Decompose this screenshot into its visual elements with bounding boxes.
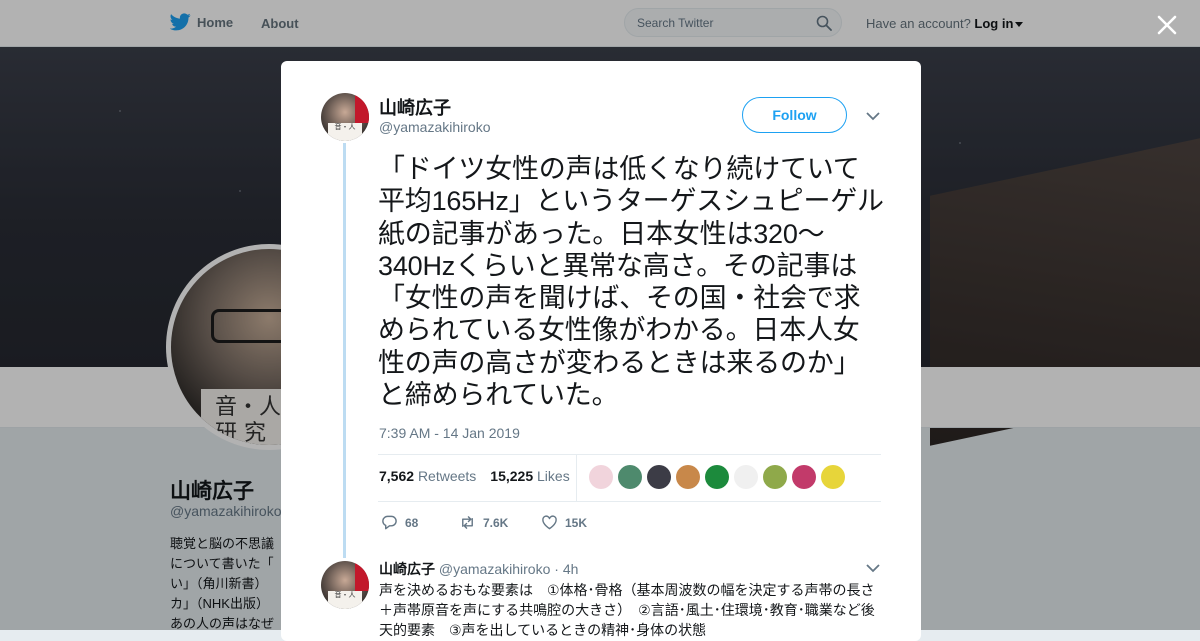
- tweet-actions: 68 7.6K 15K: [381, 514, 587, 531]
- likes-stat[interactable]: 15,225 Likes: [490, 468, 569, 484]
- tweet-author-handle[interactable]: @yamazakihiroko: [379, 119, 490, 135]
- avatar-accent: [355, 93, 369, 123]
- liker-avatar-1[interactable]: [589, 465, 613, 489]
- heart-icon: [542, 515, 557, 530]
- stats-separator: [576, 454, 577, 501]
- reply-header: 山崎広子 @yamazakihiroko · 4h: [379, 559, 578, 579]
- like-button[interactable]: 15K: [541, 514, 587, 531]
- liker-avatar-6[interactable]: [734, 465, 758, 489]
- reply-author-name[interactable]: 山崎広子: [379, 561, 435, 577]
- reply-author-avatar[interactable]: 音・人: [321, 561, 369, 609]
- tweet-author-avatar[interactable]: 音・人: [321, 93, 369, 141]
- stats-divider-bottom: [378, 501, 881, 502]
- retweet-count: 7.6K: [483, 515, 509, 530]
- avatar-tag: 音・人: [328, 591, 362, 609]
- retweet-icon: [462, 516, 473, 529]
- tweet-modal: 音・人 山崎広子 @yamazakihiroko Follow 「ドイツ女性の声…: [281, 61, 921, 641]
- chevron-down-icon[interactable]: [866, 563, 880, 573]
- avatar-tag: 音・人: [328, 123, 362, 141]
- follow-button[interactable]: Follow: [742, 97, 847, 133]
- chevron-down-icon[interactable]: [866, 111, 880, 121]
- retweets-stat[interactable]: 7,562 Retweets: [379, 468, 476, 484]
- thread-line: [343, 143, 346, 558]
- stats-divider-top: [378, 454, 881, 455]
- retweets-label: Retweets: [417, 468, 477, 484]
- liker-avatar-4[interactable]: [676, 465, 700, 489]
- reply-text: 声を決めるおもな要素は ①体格･骨格（基本周波数の幅を決定する声帯の長さ＋声帯原…: [379, 582, 875, 638]
- likes-label: Likes: [537, 468, 570, 484]
- liker-avatar-2[interactable]: [618, 465, 642, 489]
- retweet-button[interactable]: 7.6K: [459, 514, 541, 531]
- reply-age[interactable]: 4h: [563, 561, 579, 577]
- reply-button[interactable]: 68: [381, 514, 459, 531]
- tweet-timestamp[interactable]: 7:39 AM - 14 Jan 2019: [379, 425, 520, 441]
- liker-avatars: [589, 465, 845, 489]
- liker-avatar-7[interactable]: [763, 465, 787, 489]
- liker-avatar-8[interactable]: [792, 465, 816, 489]
- liker-avatar-5[interactable]: [705, 465, 729, 489]
- like-count: 15K: [565, 515, 588, 530]
- tweet-stats: 7,562 Retweets 15,225 Likes: [379, 468, 570, 484]
- likes-count: 15,225: [490, 468, 534, 484]
- liker-avatar-3[interactable]: [647, 465, 671, 489]
- reply-separator: ·: [554, 561, 559, 577]
- reply-author-handle[interactable]: @yamazakihiroko: [439, 561, 550, 577]
- retweets-count: 7,562: [379, 468, 415, 484]
- tweet-text: 「ドイツ女性の声は低くなり続けていて平均165Hz」というターゲスシュピーゲル紙…: [378, 154, 884, 411]
- avatar-accent: [355, 561, 369, 591]
- tweet-author-name[interactable]: 山崎広子: [379, 94, 451, 120]
- liker-avatar-9[interactable]: [821, 465, 845, 489]
- close-icon[interactable]: [1154, 12, 1180, 38]
- reply-count: 68: [405, 515, 419, 530]
- reply-icon: [382, 515, 397, 530]
